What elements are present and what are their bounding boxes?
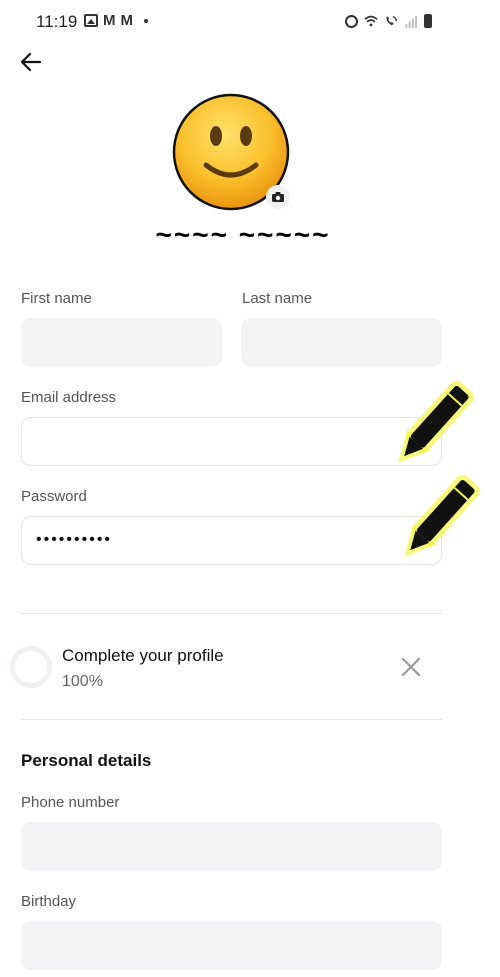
- battery-icon: [424, 14, 432, 28]
- status-bar: 11:19 M M: [0, 0, 500, 44]
- password-input[interactable]: ••••••••••: [21, 516, 442, 565]
- gallery-icon: [84, 14, 98, 27]
- alarm-icon: [345, 14, 358, 28]
- status-time: 11:19: [36, 12, 78, 31]
- phone-label: Phone number: [21, 794, 120, 811]
- status-left-icons: M M: [84, 12, 148, 29]
- status-right-icons: [345, 14, 432, 28]
- first-name-input[interactable]: [21, 318, 222, 367]
- gmail-icon: M: [103, 12, 116, 29]
- last-name-label: Last name: [242, 290, 313, 307]
- birthday-label: Birthday: [21, 893, 77, 910]
- divider: [21, 613, 442, 614]
- birthday-input[interactable]: [21, 921, 442, 970]
- email-input[interactable]: [21, 417, 442, 466]
- arrow-left-icon: [20, 52, 42, 72]
- last-name-input[interactable]: [241, 318, 442, 367]
- notification-dot-icon: [144, 18, 148, 23]
- profile-name: ~~~~ ~~~~~: [155, 219, 331, 250]
- back-button[interactable]: [18, 49, 44, 75]
- wifi-icon: [364, 15, 378, 27]
- personal-details-title: Personal details: [21, 751, 152, 770]
- first-name-label: First name: [21, 290, 92, 307]
- dismiss-completion-button[interactable]: [398, 654, 424, 680]
- phone-input[interactable]: [21, 822, 442, 871]
- change-photo-button[interactable]: [266, 185, 290, 209]
- gmail-icon: M: [120, 12, 134, 29]
- camera-icon: [272, 192, 284, 202]
- edit-password-pencil-icon[interactable]: [396, 466, 486, 566]
- profile-progress-ring: [10, 646, 52, 688]
- password-label: Password: [21, 488, 87, 505]
- email-label: Email address: [21, 389, 117, 406]
- close-icon: [401, 657, 421, 677]
- edit-email-pencil-icon[interactable]: [390, 372, 480, 472]
- divider: [21, 719, 442, 720]
- avatar[interactable]: [172, 93, 290, 211]
- signal-icon: [405, 15, 418, 28]
- complete-profile-percent: 100%: [62, 673, 103, 690]
- wifi-calling-icon: [386, 15, 397, 26]
- complete-profile-title: Complete your profile: [62, 646, 224, 665]
